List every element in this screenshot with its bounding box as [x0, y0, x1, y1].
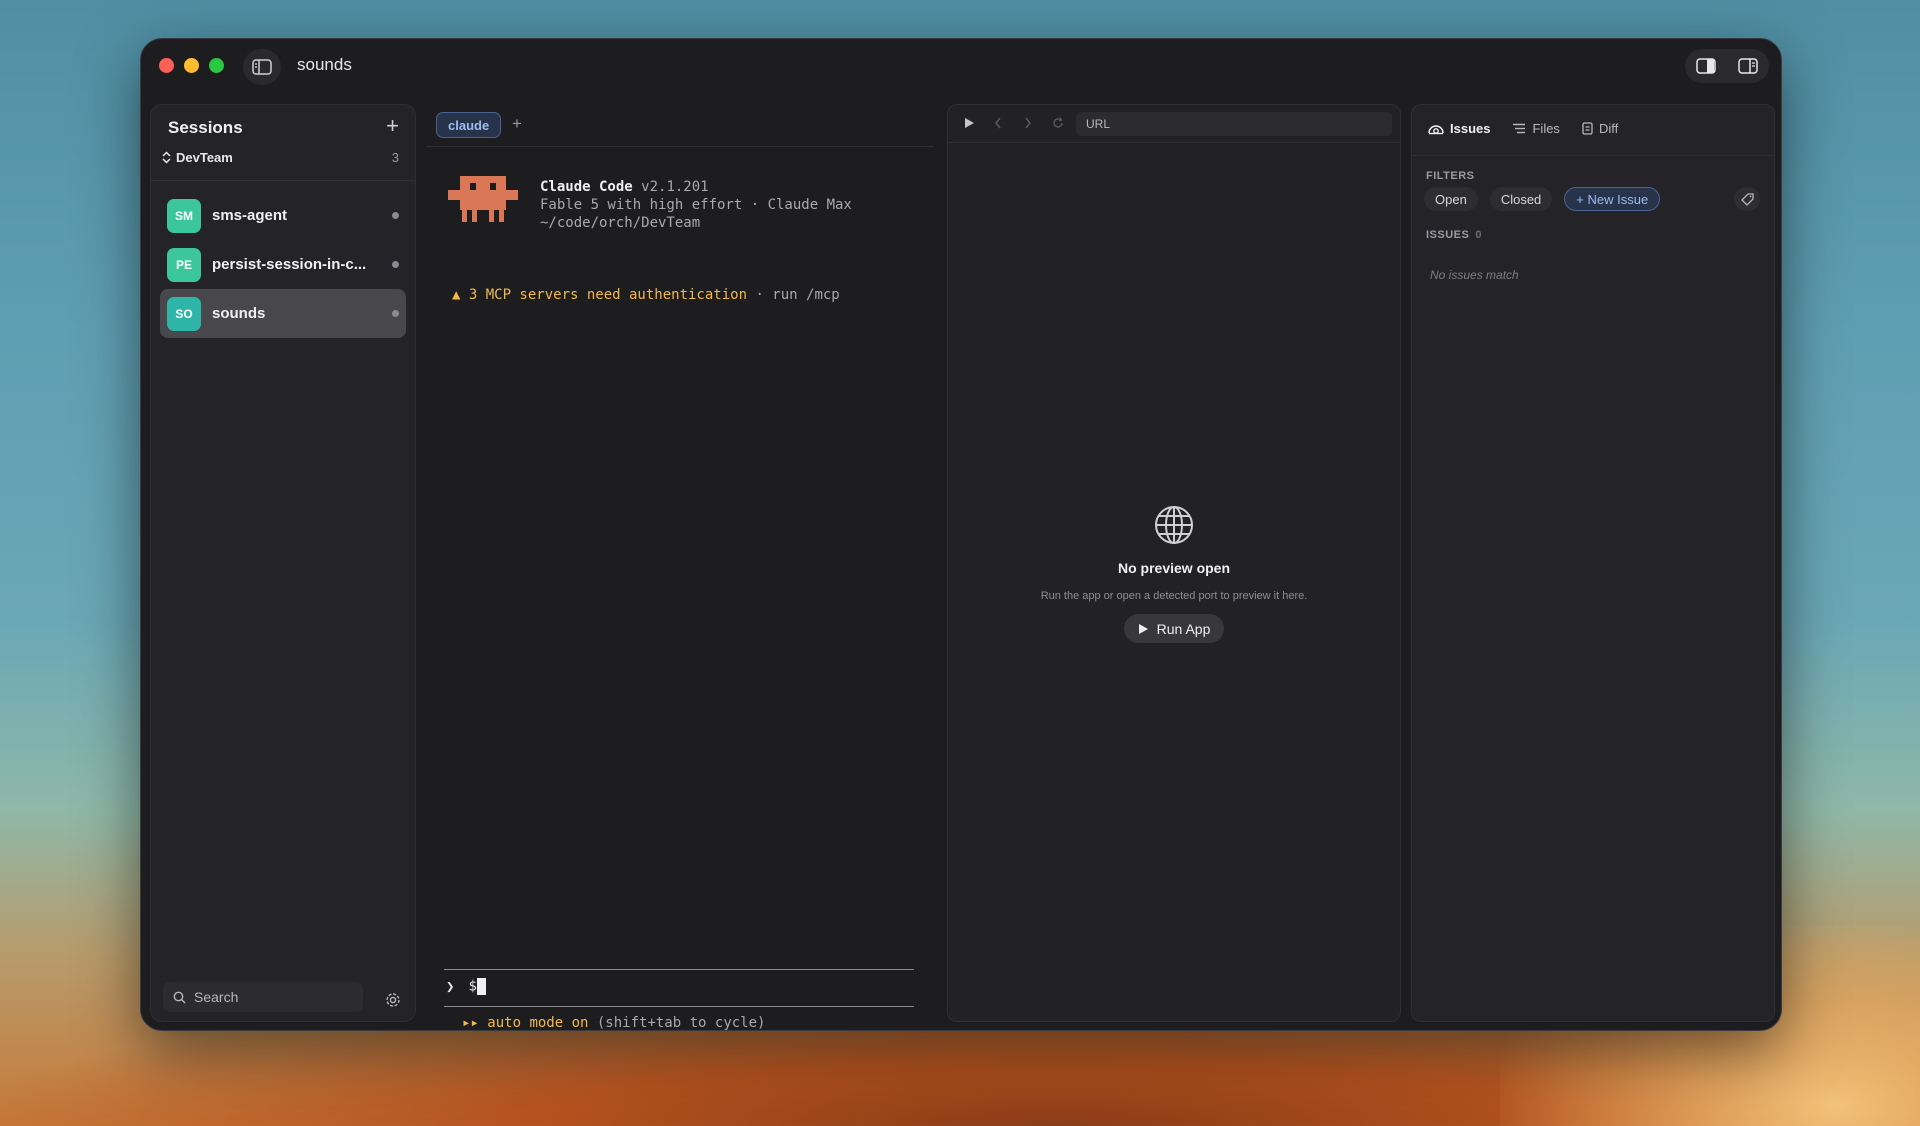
prompt-border-bottom: [444, 1006, 914, 1007]
app-window: sounds Sessions + DevTeam 3 SM sms-agent…: [140, 38, 1782, 1031]
list-icon: [1513, 123, 1526, 134]
issues-label: ISSUES: [1426, 229, 1470, 241]
text-cursor: [476, 978, 486, 995]
warning-text: ▲ 3 MCP servers need authentication: [452, 287, 748, 303]
warning-suffix: · run /mcp: [747, 287, 840, 303]
session-status-dot: [392, 212, 399, 219]
gear-icon[interactable]: [385, 992, 401, 1008]
tab-files[interactable]: Files: [1512, 121, 1560, 136]
session-status-dot: [392, 310, 399, 317]
prompt-border-top: [444, 969, 914, 970]
prompt-symbol: ❯: [446, 978, 455, 995]
titlebar: sounds: [141, 39, 1781, 93]
add-tab-button[interactable]: +: [512, 114, 522, 134]
auto-mode-arrows: ▸▸: [462, 1015, 479, 1031]
avatar: SM: [167, 198, 201, 233]
close-window-button[interactable]: [159, 58, 174, 73]
panel-divider: [1412, 155, 1774, 156]
prompt-text: $: [468, 978, 477, 995]
version-label: v2.1.201: [641, 179, 709, 195]
window-title: sounds: [297, 55, 352, 74]
tab-files-label: Files: [1532, 121, 1560, 136]
product-name: Claude Code: [540, 179, 633, 195]
forward-icon[interactable]: [1024, 117, 1032, 129]
issues-panel: Issues Files Diff FILTERS Open Closed + …: [1411, 104, 1775, 1022]
terminal-pane: claude + Claude Code v2.1.201 Fable 5 wi…: [426, 104, 934, 1030]
zoom-window-button[interactable]: [209, 58, 224, 73]
layout-toggle-group: [1685, 49, 1769, 83]
session-item[interactable]: PE persist-session-in-c...: [160, 240, 406, 289]
issues-count: 0: [1475, 229, 1482, 241]
globe-icon: [1155, 506, 1193, 544]
avatar: SO: [167, 296, 201, 331]
panel-tabs: Issues Files Diff: [1428, 121, 1618, 136]
url-input[interactable]: URL: [1076, 112, 1392, 136]
no-issues-message: No issues match: [1430, 268, 1519, 282]
mcp-warning: ▲ 3 MCP servers need authentication · ru…: [452, 287, 840, 303]
model-line: Fable 5 with high effort · Claude Max: [540, 197, 852, 213]
sidebar-divider: [151, 180, 415, 181]
right-panel-icon[interactable]: [1738, 58, 1758, 74]
back-icon[interactable]: [994, 117, 1002, 129]
session-item-active[interactable]: SO sounds: [160, 289, 406, 338]
minimize-window-button[interactable]: [184, 58, 199, 73]
new-issue-button[interactable]: + New Issue: [1564, 187, 1661, 211]
filter-closed-button[interactable]: Closed: [1489, 187, 1553, 211]
toggle-sidebar-button[interactable]: [243, 49, 281, 85]
avatar: PE: [167, 247, 201, 282]
reload-icon[interactable]: [1052, 117, 1064, 129]
session-name: persist-session-in-c...: [212, 256, 367, 273]
chevron-updown-icon: [162, 151, 171, 164]
tab-diff-label: Diff: [1598, 121, 1619, 136]
sessions-sidebar: Sessions + DevTeam 3 SM sms-agent PE per…: [150, 104, 416, 1022]
search-input[interactable]: Search: [163, 982, 363, 1012]
session-name: sms-agent: [212, 207, 288, 224]
filter-row: Open Closed + New Issue: [1424, 187, 1661, 211]
add-session-button[interactable]: +: [386, 115, 399, 137]
team-name: DevTeam: [176, 150, 233, 165]
play-icon[interactable]: [964, 117, 975, 129]
claude-header: Claude Code v2.1.201: [540, 179, 709, 195]
tab-issues-label: Issues: [1450, 121, 1491, 136]
preview-toolbar: URL: [948, 105, 1400, 143]
empty-subtitle: Run the app or open a detected port to p…: [1040, 590, 1308, 602]
run-app-label: Run App: [1156, 620, 1211, 637]
empty-title: No preview open: [1117, 560, 1231, 576]
play-icon: [1138, 623, 1148, 634]
sidebar-title: Sessions: [168, 118, 243, 137]
session-status-dot: [392, 261, 399, 268]
preview-empty-state: No preview open Run the app or open a de…: [948, 505, 1400, 643]
label-filter-button[interactable]: [1734, 187, 1760, 211]
auto-mode-label: auto mode on: [487, 1015, 589, 1031]
sidebar-icon: [252, 59, 272, 75]
session-name: sounds: [212, 305, 266, 322]
filter-open-button[interactable]: Open: [1424, 187, 1478, 211]
tab-issues[interactable]: Issues: [1428, 121, 1490, 136]
search-icon: [173, 991, 186, 1003]
issues-header: ISSUES 0: [1426, 229, 1482, 241]
tag-icon: [1740, 192, 1754, 206]
auto-mode-hint: (shift+tab to cycle): [588, 1015, 766, 1031]
search-placeholder: Search: [194, 989, 239, 1005]
session-count: 3: [391, 150, 399, 165]
prompt-input[interactable]: ❯ $: [446, 978, 486, 995]
claude-mascot-icon: [448, 176, 518, 222]
filters-label: FILTERS: [1426, 170, 1475, 182]
tab-diff[interactable]: Diff: [1582, 121, 1618, 136]
terminal-divider: [426, 146, 934, 147]
auto-mode-status: ▸▸ auto mode on (shift+tab to cycle): [462, 1015, 766, 1031]
tab-claude[interactable]: claude: [436, 112, 502, 138]
run-app-button[interactable]: Run App: [1123, 614, 1225, 643]
issues-icon: [1428, 124, 1444, 134]
session-item[interactable]: SM sms-agent: [160, 191, 406, 240]
left-panel-icon[interactable]: [1696, 58, 1716, 74]
diff-icon: [1582, 122, 1593, 135]
team-selector[interactable]: DevTeam: [162, 150, 233, 165]
preview-pane: URL No preview open Run the app or open …: [947, 104, 1401, 1022]
working-directory: ~/code/orch/DevTeam: [540, 215, 701, 231]
